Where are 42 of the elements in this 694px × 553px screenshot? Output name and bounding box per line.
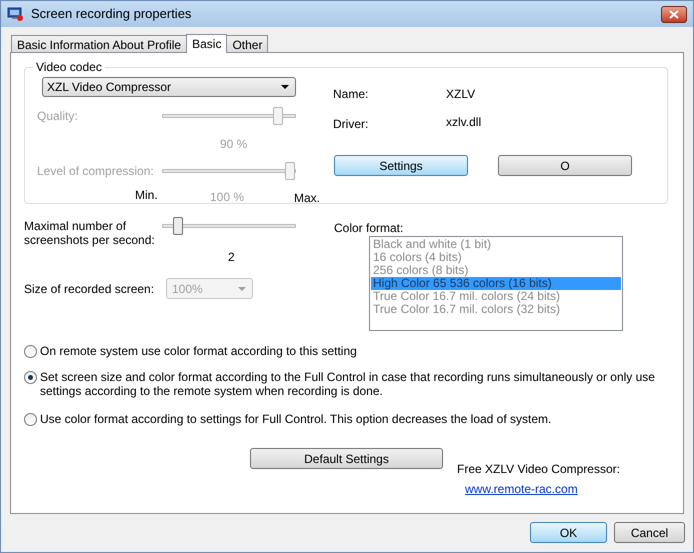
radio-label: Set screen size and color format according to the Full Control in case that recording runs simultaneously or only use settings according to the remote system when recording is done. bbox=[40, 370, 656, 398]
tab[interactable]: Basic bbox=[186, 34, 228, 53]
radio-button[interactable] bbox=[24, 413, 37, 426]
color-format-label: Color format: bbox=[334, 220, 404, 233]
max-label: Max. bbox=[294, 190, 320, 207]
default-settings-button[interactable]: Default Settings bbox=[250, 448, 443, 469]
slider[interactable] bbox=[162, 217, 296, 235]
ok-button[interactable]: OK bbox=[530, 522, 607, 543]
screenshots-value: 2 bbox=[228, 249, 235, 264]
slider[interactable] bbox=[162, 162, 296, 180]
radio-label: Use color format according to settings for Full Control. This option decreases the load of system. bbox=[40, 412, 552, 426]
radio-button[interactable] bbox=[24, 371, 37, 384]
codec-dropdown[interactable]: XZL Video Compressor bbox=[42, 77, 296, 97]
screenshots-label: Maximal number of screenshots per second: bbox=[24, 219, 156, 247]
min-label: Min. bbox=[135, 187, 159, 204]
quality-label: Quality: bbox=[37, 108, 79, 125]
promo-text: Free XZLV Video Compressor: bbox=[457, 461, 620, 478]
website-link[interactable]: www.remote-rac.com bbox=[465, 480, 620, 498]
window-title: Screen recording properties bbox=[31, 5, 192, 24]
quality-value: 90 % bbox=[220, 136, 248, 151]
dropdown-arrow-icon bbox=[238, 286, 246, 290]
dropdown-arrow-icon bbox=[281, 85, 289, 89]
close-icon bbox=[669, 10, 679, 18]
compression-label: Level of compression: bbox=[37, 163, 155, 180]
tab[interactable]: Other bbox=[226, 35, 268, 52]
driver-label: Driver: bbox=[333, 116, 370, 129]
group-title: Video codec bbox=[35, 59, 103, 76]
settings-button[interactable]: Settings bbox=[334, 155, 468, 176]
compression-value: 100 % bbox=[210, 188, 246, 206]
app-icon bbox=[7, 6, 23, 22]
name-value: XZLV bbox=[446, 86, 476, 101]
slider[interactable] bbox=[162, 107, 296, 125]
name-label: Name: bbox=[333, 86, 370, 101]
radio-button[interactable] bbox=[24, 345, 37, 358]
driver-value: xzlv.dll bbox=[446, 114, 482, 129]
cancel-button[interactable]: Cancel bbox=[614, 522, 685, 543]
slider-thumb[interactable] bbox=[173, 217, 184, 235]
screen-size-label: Size of recorded screen: bbox=[24, 280, 156, 298]
o-button[interactable]: O bbox=[498, 155, 632, 176]
tab[interactable]: Basic Information About Profile bbox=[11, 35, 188, 52]
close-button[interactable] bbox=[661, 6, 687, 22]
radio-label: On remote system use color format according to this setting bbox=[40, 344, 358, 358]
